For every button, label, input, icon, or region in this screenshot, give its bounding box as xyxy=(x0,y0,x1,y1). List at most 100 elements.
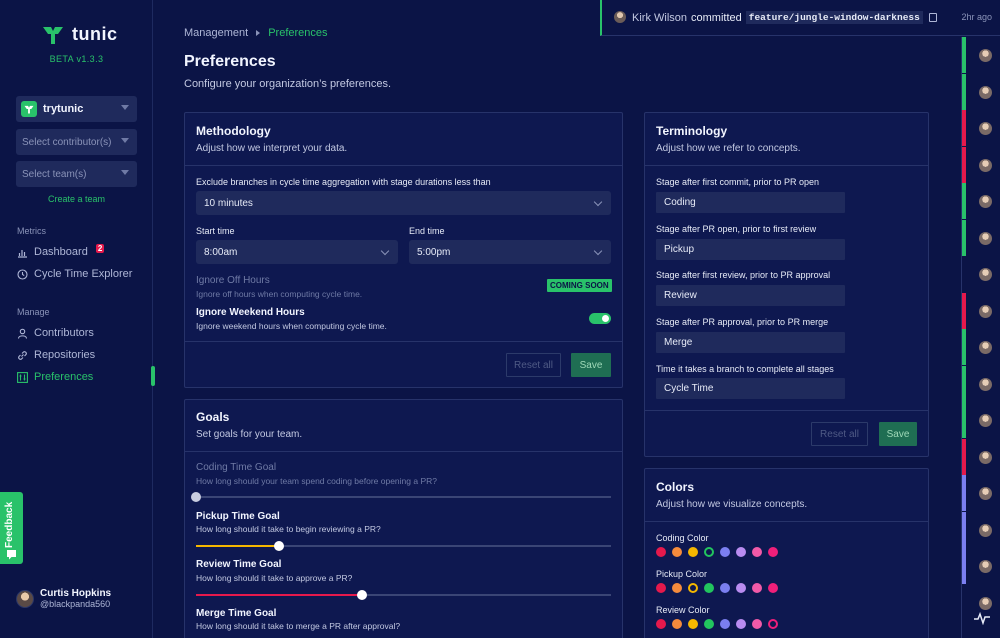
card-title: Methodology xyxy=(196,124,271,138)
sidebar-item-preferences[interactable]: Preferences xyxy=(17,371,93,383)
color-swatch[interactable] xyxy=(672,547,682,557)
rail-activity-item[interactable] xyxy=(962,475,1000,511)
color-swatch[interactable] xyxy=(688,547,698,557)
avatar xyxy=(979,377,992,391)
avatar xyxy=(979,596,992,610)
avatar xyxy=(979,158,992,172)
sidebar-item-label: Dashboard xyxy=(34,246,88,258)
slider-knob[interactable] xyxy=(357,590,367,600)
copy-icon[interactable] xyxy=(928,13,937,22)
org-select[interactable]: trytunic xyxy=(16,96,137,122)
ignore-weekend-toggle[interactable] xyxy=(589,313,611,324)
rail-activity-item[interactable] xyxy=(962,37,1000,73)
rail-activity-item[interactable] xyxy=(962,146,1000,183)
sidebar-item-cycle-time-explorer[interactable]: Cycle Time Explorer xyxy=(17,268,132,280)
color-swatch[interactable] xyxy=(672,583,682,593)
rail-activity-item[interactable] xyxy=(962,292,1000,329)
goal-title: Review Time Goal xyxy=(196,559,282,570)
rail-activity-item[interactable] xyxy=(962,511,1000,548)
color-swatch[interactable] xyxy=(688,619,698,629)
save-button[interactable]: Save xyxy=(879,422,917,446)
rail-activity-item[interactable] xyxy=(962,73,1000,110)
sidebar-item-repositories[interactable]: Repositories xyxy=(17,349,95,361)
review-goal-slider[interactable] xyxy=(196,590,611,600)
color-swatch[interactable] xyxy=(752,583,762,593)
rail-activity-item[interactable] xyxy=(962,329,1000,365)
slider-knob[interactable] xyxy=(191,492,201,502)
reset-all-button[interactable]: Reset all xyxy=(811,422,868,446)
commit-notification[interactable]: Kirk Wilson committed feature/jungle-win… xyxy=(600,0,1000,36)
rail-activity-item[interactable] xyxy=(962,183,1000,219)
color-swatch[interactable] xyxy=(736,547,746,557)
color-swatch[interactable] xyxy=(656,547,666,557)
card-subtitle: Adjust how we refer to concepts. xyxy=(656,143,801,154)
slider-fill xyxy=(196,545,279,547)
color-swatch[interactable] xyxy=(720,583,730,593)
color-swatch[interactable] xyxy=(656,583,666,593)
term-input-merge[interactable]: Merge xyxy=(656,332,845,353)
color-swatch[interactable] xyxy=(768,547,778,557)
branch-name: feature/jungle-window-darkness xyxy=(745,11,923,24)
color-swatch[interactable] xyxy=(720,619,730,629)
color-swatch[interactable] xyxy=(752,547,762,557)
color-swatch[interactable] xyxy=(704,583,714,593)
color-swatch[interactable] xyxy=(672,619,682,629)
rail-activity-item[interactable] xyxy=(962,438,1000,475)
sidebar-item-contributors[interactable]: Contributors xyxy=(17,327,94,339)
avatar xyxy=(979,523,992,537)
rail-activity-item[interactable] xyxy=(962,256,1000,292)
term-input-coding[interactable]: Coding xyxy=(656,192,845,213)
card-title: Terminology xyxy=(656,124,728,138)
logo[interactable]: tunic xyxy=(42,24,118,45)
rail-activity-item[interactable] xyxy=(962,548,1000,584)
color-swatch[interactable] xyxy=(704,547,714,557)
exclude-duration-select[interactable]: 10 minutes xyxy=(196,191,611,215)
rail-activity-item[interactable] xyxy=(962,219,1000,256)
sidebar-item-dashboard[interactable]: Dashboard 2 xyxy=(17,243,105,258)
goal-subtitle: How long should it take to begin reviewi… xyxy=(196,524,381,534)
start-time-select[interactable]: 8:00am xyxy=(196,240,398,264)
slider-fill xyxy=(196,594,362,596)
page-title: Preferences xyxy=(184,53,276,70)
color-swatch[interactable] xyxy=(768,583,778,593)
team-select-placeholder: Select team(s) xyxy=(22,168,87,180)
rail-activity-item[interactable] xyxy=(962,402,1000,438)
breadcrumb-current: Preferences xyxy=(268,27,328,39)
color-swatch[interactable] xyxy=(736,583,746,593)
save-button[interactable]: Save xyxy=(571,353,611,377)
color-swatch[interactable] xyxy=(688,583,698,593)
card-title: Goals xyxy=(196,410,230,424)
notification-text: Kirk Wilson committed feature/jungle-win… xyxy=(632,11,937,24)
pickup-goal-slider[interactable] xyxy=(196,541,611,551)
color-swatch[interactable] xyxy=(656,619,666,629)
create-team-link[interactable]: Create a team xyxy=(0,194,153,204)
metrics-heading: Metrics xyxy=(17,226,46,236)
status-bar xyxy=(962,402,966,438)
rail-activity-item[interactable] xyxy=(962,365,1000,402)
term-input-review[interactable]: Review xyxy=(656,285,845,306)
color-swatch[interactable] xyxy=(736,619,746,629)
color-swatch[interactable] xyxy=(704,619,714,629)
color-swatch[interactable] xyxy=(720,547,730,557)
team-select[interactable]: Select team(s) xyxy=(16,161,137,187)
user-profile[interactable]: Curtis Hopkins @blackpanda560 xyxy=(16,588,111,609)
coding-goal-slider[interactable] xyxy=(191,492,611,502)
end-time-select[interactable]: 5:00pm xyxy=(409,240,611,264)
term-input-pickup[interactable]: Pickup xyxy=(656,239,845,260)
activity-pulse-icon[interactable] xyxy=(974,611,990,625)
status-bar xyxy=(962,365,966,402)
breadcrumb-parent[interactable]: Management xyxy=(184,27,248,39)
term-input-cycle-time[interactable]: Cycle Time xyxy=(656,378,845,399)
user-name: Curtis Hopkins xyxy=(40,588,112,599)
exclude-label: Exclude branches in cycle time aggregati… xyxy=(196,177,491,187)
card-subtitle: Adjust how we interpret your data. xyxy=(196,143,348,154)
slider-knob[interactable] xyxy=(274,541,284,551)
feedback-button[interactable]: Feedback xyxy=(0,492,23,564)
reset-all-button[interactable]: Reset all xyxy=(506,353,561,377)
rail-activity-item[interactable] xyxy=(962,110,1000,146)
status-bar xyxy=(962,511,966,548)
color-swatch[interactable] xyxy=(768,619,778,629)
contributor-select[interactable]: Select contributor(s) xyxy=(16,129,137,155)
color-swatch[interactable] xyxy=(752,619,762,629)
end-time-label: End time xyxy=(409,226,445,236)
